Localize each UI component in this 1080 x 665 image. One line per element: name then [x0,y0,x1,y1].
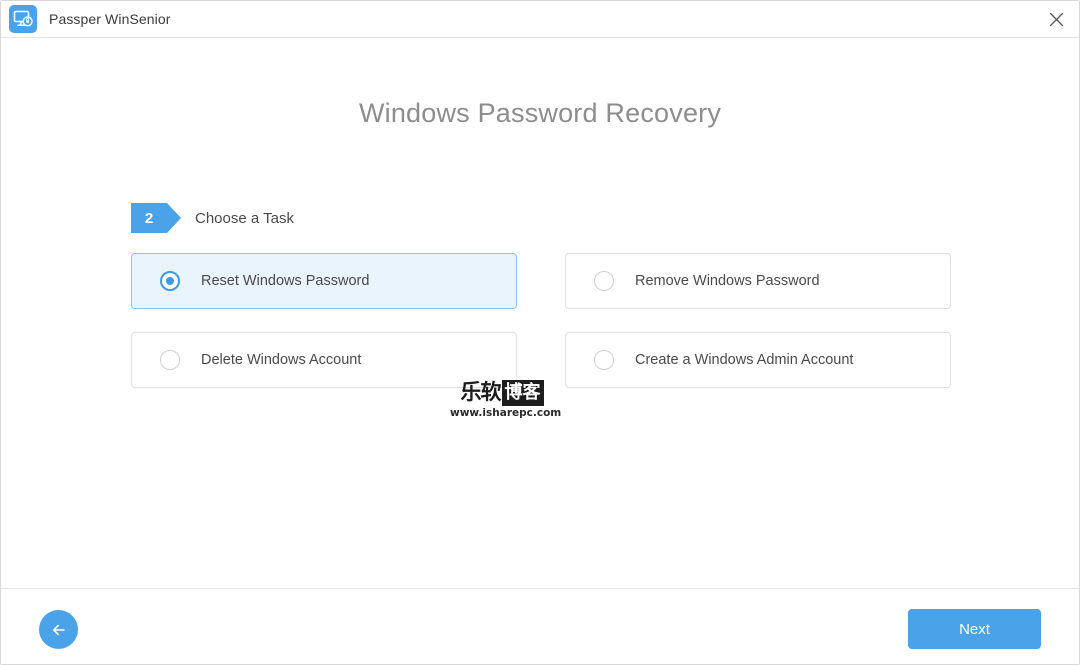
close-icon [1049,12,1063,26]
step-number: 2 [144,209,154,227]
main-content: Windows Password Recovery 2 Choose a Tas… [1,38,1079,588]
footer-bar: Next [1,588,1079,664]
task-row: Reset Windows Password Remove Windows Pa… [131,253,951,309]
task-card-delete-windows-account[interactable]: Delete Windows Account [131,332,517,388]
radio-create-windows-admin-account[interactable] [594,350,614,370]
back-button[interactable] [39,610,78,649]
page-title: Windows Password Recovery [358,98,722,128]
task-label: Create a Windows Admin Account [635,352,854,368]
title-bar: Passper WinSenior [1,1,1079,38]
radio-remove-windows-password[interactable] [594,271,614,291]
task-options-grid: Reset Windows Password Remove Windows Pa… [131,253,951,411]
application-window: Passper WinSenior Windows Password Recov… [0,0,1080,665]
app-title: Passper WinSenior [49,11,171,27]
arrow-left-icon [52,624,65,635]
radio-reset-windows-password[interactable] [160,271,180,291]
task-label: Reset Windows Password [201,273,370,289]
step-label: Choose a Task [195,209,294,227]
monitor-lock-icon [9,5,37,33]
radio-delete-windows-account[interactable] [160,350,180,370]
close-button[interactable] [1033,1,1079,37]
step-header: 2 Choose a Task [131,203,294,233]
step-badge: 2 [131,203,181,233]
task-card-create-windows-admin-account[interactable]: Create a Windows Admin Account [565,332,951,388]
task-card-reset-windows-password[interactable]: Reset Windows Password [131,253,517,309]
next-button[interactable]: Next [908,609,1041,649]
task-label: Delete Windows Account [201,352,362,368]
task-label: Remove Windows Password [635,273,820,289]
task-row: Delete Windows Account Create a Windows … [131,332,951,388]
task-card-remove-windows-password[interactable]: Remove Windows Password [565,253,951,309]
